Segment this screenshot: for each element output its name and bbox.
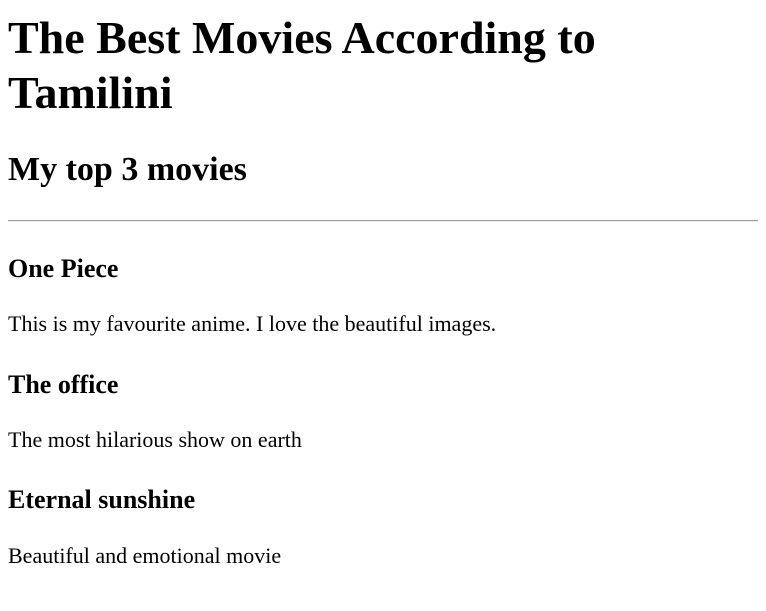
- movie-description: The most hilarious show on earth: [8, 426, 302, 452]
- page-title: The Best Movies According to Tamilini: [8, 12, 596, 119]
- movie-item: One Piece This is my favourite anime. I …: [8, 253, 758, 338]
- movie-description: Beautiful and emotional movie: [8, 542, 282, 568]
- movie-title: One Piece: [8, 254, 119, 284]
- movie-list: One Piece This is my favourite anime. I …: [8, 253, 758, 569]
- movie-title: The office: [8, 369, 119, 399]
- page-subtitle: My top 3 movies: [8, 151, 247, 189]
- movie-description: This is my favourite anime. I love the b…: [8, 311, 497, 337]
- movie-item: The office The most hilarious show on ea…: [8, 369, 758, 454]
- movie-item: Eternal sunshine Beautiful and emotional…: [8, 484, 758, 569]
- section-divider: [8, 220, 758, 223]
- page-content: The Best Movies According to Tamilini My…: [0, 10, 766, 569]
- movie-title: Eternal sunshine: [8, 485, 196, 515]
